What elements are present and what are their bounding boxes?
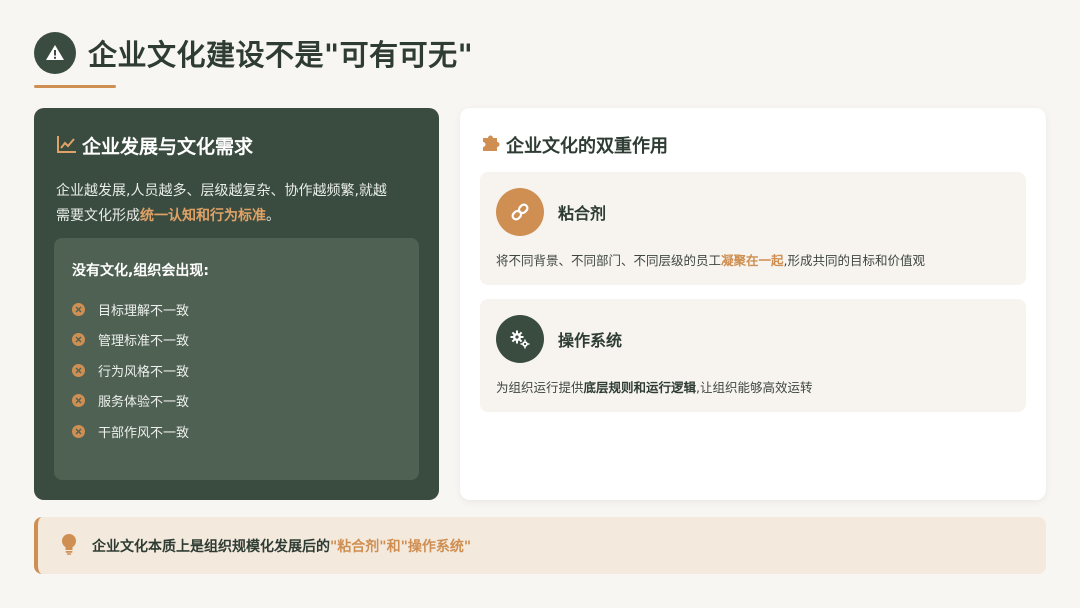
title-underline bbox=[34, 85, 116, 88]
role-desc-prefix: 将不同背景、不同部门、不同层级的员工 bbox=[496, 253, 722, 268]
dual-role-card: 企业文化的双重作用 粘合剂 将不同背景、不同部门、不同层级的员工凝聚在一起,形成… bbox=[460, 108, 1046, 500]
role-card-operating-system: 操作系统 为组织运行提供底层规则和运行逻辑,让组织能够高效运转 bbox=[480, 299, 1026, 412]
desc-line-1: 企业越发展,人员越多、层级越复杂、协作越频繁,就越 bbox=[56, 183, 387, 199]
page-header: 企业文化建设不是"可有可无" bbox=[34, 32, 473, 74]
role-desc-suffix: ,形成共同的目标和价值观 bbox=[783, 253, 926, 268]
list-item: 服务体验不一致 bbox=[72, 386, 401, 417]
x-circle-icon bbox=[72, 333, 85, 347]
development-header: 企业发展与文化需求 bbox=[56, 132, 417, 159]
x-circle-icon bbox=[72, 302, 85, 316]
summary-prefix: 企业文化本质上是组织规模化发展后的 bbox=[92, 538, 330, 555]
issue-text: 服务体验不一致 bbox=[98, 395, 190, 411]
role-desc-prefix: 为组织运行提供 bbox=[496, 380, 584, 395]
desc-line-2-prefix: 需要文化形成 bbox=[56, 208, 140, 224]
chart-line-icon bbox=[56, 134, 78, 158]
role-desc-highlight: 底层规则和运行逻辑 bbox=[583, 380, 697, 395]
role-card-adhesive: 粘合剂 将不同背景、不同部门、不同层级的员工凝聚在一起,形成共同的目标和价值观 bbox=[480, 172, 1026, 285]
development-description: 企业越发展,人员越多、层级越复杂、协作越频繁,就越 需要文化形成统一认知和行为标… bbox=[56, 179, 417, 229]
desc-highlight: 统一认知和行为标准 bbox=[140, 208, 266, 224]
list-item: 行为风格不一致 bbox=[72, 355, 401, 386]
issues-list: 目标理解不一致 管理标准不一致 行为风格不一致 服务体验不一致 干部作风不一致 bbox=[72, 294, 401, 447]
summary-text: 企业文化本质上是组织规模化发展后的"粘合剂"和"操作系统" bbox=[92, 536, 471, 556]
role-desc-highlight: 凝聚在一起 bbox=[721, 253, 784, 268]
development-card: 企业发展与文化需求 企业越发展,人员越多、层级越复杂、协作越频繁,就越 需要文化… bbox=[34, 108, 439, 500]
development-heading: 企业发展与文化需求 bbox=[82, 136, 254, 158]
gears-icon bbox=[496, 315, 544, 363]
dual-role-heading: 企业文化的双重作用 bbox=[506, 136, 668, 157]
summary-highlight: "粘合剂"和"操作系统" bbox=[330, 538, 472, 555]
lightbulb-icon bbox=[60, 533, 78, 559]
role-description: 将不同背景、不同部门、不同层级的员工凝聚在一起,形成共同的目标和价值观 bbox=[496, 250, 1010, 269]
x-circle-icon bbox=[72, 394, 85, 408]
x-circle-icon bbox=[72, 363, 85, 377]
page-title: 企业文化建设不是"可有可无" bbox=[88, 38, 474, 72]
issues-box: 没有文化,组织会出现: 目标理解不一致 管理标准不一致 行为风格不一致 服务体验… bbox=[54, 238, 419, 480]
role-row: 粘合剂 bbox=[496, 188, 1010, 236]
issues-title: 没有文化,组织会出现: bbox=[72, 263, 209, 279]
x-circle-icon bbox=[72, 424, 85, 438]
role-desc-suffix: ,让组织能够高效运转 bbox=[696, 380, 813, 395]
role-name: 粘合剂 bbox=[558, 204, 607, 223]
issue-text: 目标理解不一致 bbox=[98, 303, 190, 319]
list-item: 目标理解不一致 bbox=[72, 294, 401, 325]
role-row: 操作系统 bbox=[496, 315, 1010, 363]
summary-bar: 企业文化本质上是组织规模化发展后的"粘合剂"和"操作系统" bbox=[34, 517, 1046, 574]
issue-text: 干部作风不一致 bbox=[98, 425, 190, 441]
puzzle-icon bbox=[480, 132, 502, 158]
list-item: 管理标准不一致 bbox=[72, 325, 401, 356]
issue-text: 管理标准不一致 bbox=[98, 334, 190, 350]
desc-line-2-suffix: 。 bbox=[266, 208, 280, 224]
issue-text: 行为风格不一致 bbox=[98, 364, 190, 380]
role-name: 操作系统 bbox=[558, 331, 623, 350]
list-item: 干部作风不一致 bbox=[72, 416, 401, 447]
dual-role-header: 企业文化的双重作用 bbox=[480, 132, 1026, 158]
role-description: 为组织运行提供底层规则和运行逻辑,让组织能够高效运转 bbox=[496, 377, 1010, 396]
warning-icon bbox=[34, 32, 76, 74]
link-icon bbox=[496, 188, 544, 236]
